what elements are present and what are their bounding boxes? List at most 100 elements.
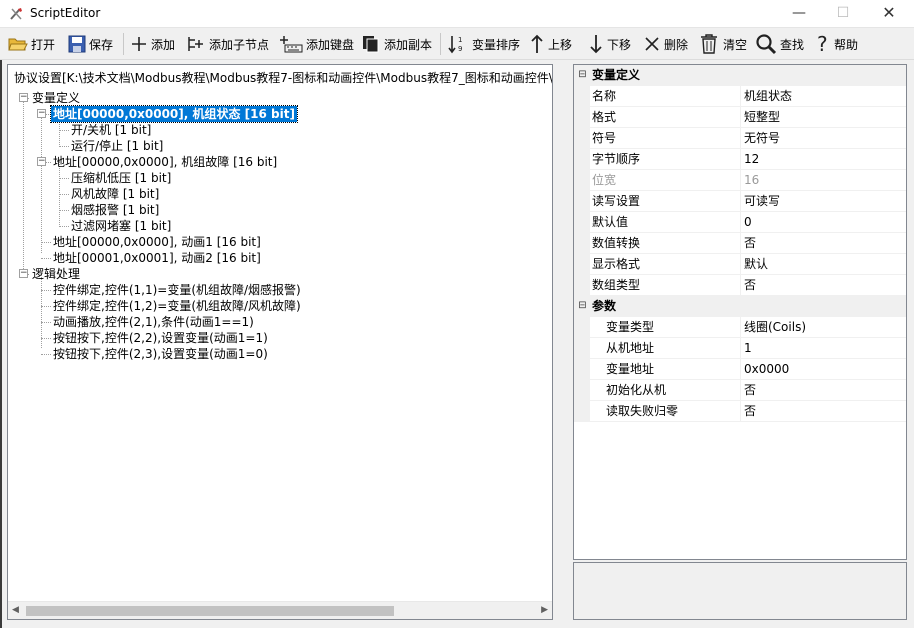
property-name: 从机地址	[590, 338, 741, 359]
add-child-button[interactable]: 添加子节点	[186, 31, 269, 57]
property-row[interactable]: 格式 短整型	[574, 107, 906, 128]
horizontal-scrollbar[interactable]: ◀ ▶	[8, 601, 552, 619]
close-button[interactable]: ✕	[866, 0, 912, 28]
collapse-toggle-var-group[interactable]: −	[19, 93, 28, 102]
tree-node-bit[interactable]: 风机故障 [1 bit]	[71, 186, 159, 202]
add-child-label: 添加子节点	[209, 37, 270, 52]
property-row[interactable]: 变量类型 线圈(Coils)	[574, 317, 906, 338]
tree-node-addr4[interactable]: 地址[00001,0x0001], 动画2 [16 bit]	[53, 250, 261, 266]
property-value[interactable]: 无符号	[742, 128, 906, 149]
save-button[interactable]: 保存	[68, 31, 113, 57]
tree-node-addr1-selected[interactable]: 地址[00000,0x0000], 机组状态 [16 bit]	[50, 105, 298, 123]
delete-button[interactable]: 删除	[643, 31, 688, 57]
protocol-tree[interactable]: − − − − 协议设置[K:\技术文档\Modbus教程\Modbus教程7-…	[7, 64, 553, 620]
property-grid[interactable]: ⊟ 变量定义 名称 机组状态 格式 短整型 符号 无符号 字节顺序 12 位宽 16 读写…	[573, 64, 907, 560]
tree-line	[41, 338, 51, 339]
property-value[interactable]: 机组状态	[742, 86, 906, 107]
move-up-button[interactable]: 上移	[529, 31, 572, 57]
property-row[interactable]: 字节顺序 12	[574, 149, 906, 170]
add-child-icon	[188, 37, 203, 51]
property-value[interactable]: 可读写	[742, 191, 906, 212]
collapse-toggle-addr1[interactable]: −	[37, 109, 46, 118]
property-name: 默认值	[590, 212, 741, 233]
property-value[interactable]: 否	[742, 233, 906, 254]
property-category-var-def[interactable]: ⊟ 变量定义	[574, 65, 906, 86]
tree-node-logic[interactable]: 动画播放,控件(2,1),条件(动画1==1)	[53, 314, 254, 330]
tree-node-bit[interactable]: 烟感报警 [1 bit]	[71, 202, 159, 218]
property-value[interactable]: 否	[742, 380, 906, 401]
scroll-left-icon[interactable]: ◀	[12, 605, 19, 615]
tree-node-logic[interactable]: 控件绑定,控件(1,2)=变量(机组故障/风机故障)	[53, 298, 301, 314]
property-name: 显示格式	[590, 254, 741, 275]
property-row[interactable]: 读写设置 可读写	[574, 191, 906, 212]
property-row[interactable]: 数值转换否	[574, 233, 906, 254]
open-button[interactable]: 打开	[8, 31, 55, 57]
svg-text:9: 9	[458, 45, 462, 53]
add-copy-button[interactable]: 添加副本	[361, 31, 432, 57]
collapse-icon[interactable]: ⊟	[578, 301, 587, 311]
property-row[interactable]: 符号 无符号	[574, 128, 906, 149]
row-gutter	[574, 212, 590, 233]
property-row[interactable]: 名称 机组状态	[574, 86, 906, 107]
scrollbar-thumb[interactable]	[26, 606, 394, 616]
collapse-toggle-addr2[interactable]: −	[37, 157, 46, 166]
minimize-button[interactable]: —	[776, 0, 822, 28]
row-gutter	[574, 107, 590, 128]
tree-node-logic-group[interactable]: 逻辑处理	[32, 266, 80, 282]
tree-line	[41, 322, 51, 323]
property-value[interactable]: 短整型	[742, 107, 906, 128]
row-gutter	[574, 401, 590, 422]
tree-root-node[interactable]: 协议设置[K:\技术文档\Modbus教程\Modbus教程7-图标和动画控件\…	[14, 70, 552, 86]
category-label: 参数	[592, 299, 617, 313]
property-row[interactable]: 初始化从机否	[574, 380, 906, 401]
title-bar: ScriptEditor — ☐ ✕	[0, 0, 914, 28]
tree-node-bit[interactable]: 压缩机低压 [1 bit]	[71, 170, 171, 186]
add-keyboard-button[interactable]: 添加键盘	[279, 31, 354, 57]
tree-node-logic[interactable]: 按钮按下,控件(2,3),设置变量(动画1=0)	[53, 346, 268, 362]
tree-node-bit[interactable]: 开/关机 [1 bit]	[71, 122, 151, 138]
add-keyboard-icon	[280, 36, 303, 53]
property-name: 数组类型	[590, 275, 741, 296]
property-value[interactable]: 12	[742, 149, 906, 170]
tree-node-bit[interactable]: 过滤网堵塞 [1 bit]	[71, 218, 171, 234]
property-name: 读写设置	[590, 191, 741, 212]
find-button[interactable]: 查找	[755, 31, 804, 57]
help-button[interactable]: ? 帮助	[815, 31, 858, 57]
move-down-button[interactable]: 下移	[588, 31, 631, 57]
property-row[interactable]: 数组类型否	[574, 275, 906, 296]
property-row[interactable]: 变量地址 0x0000	[574, 359, 906, 380]
property-row[interactable]: 默认值 0	[574, 212, 906, 233]
property-category-params[interactable]: ⊟ 参数	[574, 296, 906, 317]
property-value[interactable]: 否	[742, 401, 906, 422]
sort-button[interactable]: 1 9 变量排序	[447, 31, 520, 57]
property-value[interactable]: 默认	[742, 254, 906, 275]
property-value[interactable]: 否	[742, 275, 906, 296]
move-down-label: 下移	[607, 37, 632, 52]
property-name: 符号	[590, 128, 741, 149]
collapse-icon[interactable]: ⊟	[578, 70, 587, 80]
property-row[interactable]: 读取失败归零否	[574, 401, 906, 422]
property-value[interactable]: 0x0000	[742, 359, 906, 380]
add-keyboard-label: 添加键盘	[306, 37, 355, 52]
property-value[interactable]: 1	[742, 338, 906, 359]
scroll-right-icon[interactable]: ▶	[541, 605, 548, 615]
maximize-button[interactable]: ☐	[820, 0, 866, 28]
clear-label: 清空	[723, 37, 748, 52]
tree-node-bit[interactable]: 运行/停止 [1 bit]	[71, 138, 163, 154]
property-value[interactable]: 0	[742, 212, 906, 233]
tree-node-addr3[interactable]: 地址[00000,0x0000], 动画1 [16 bit]	[53, 234, 261, 250]
collapse-toggle-logic-group[interactable]: −	[19, 269, 28, 278]
tree-node-logic[interactable]: 控件绑定,控件(1,1)=变量(机组故障/烟感报警)	[53, 282, 301, 298]
sort-label: 变量排序	[472, 37, 521, 52]
tree-node-logic[interactable]: 按钮按下,控件(2,2),设置变量(动画1=1)	[53, 330, 268, 346]
add-button[interactable]: 添加	[130, 31, 175, 57]
property-value[interactable]: 线圈(Coils)	[742, 317, 906, 338]
property-row[interactable]: 从机地址 1	[574, 338, 906, 359]
toolbar-separator	[440, 33, 441, 55]
tree-line	[59, 161, 60, 225]
clear-button[interactable]: 清空	[698, 31, 747, 57]
tree-node-var-group[interactable]: 变量定义	[32, 90, 80, 106]
property-row[interactable]: 显示格式 默认	[574, 254, 906, 275]
tree-node-addr2[interactable]: 地址[00000,0x0000], 机组故障 [16 bit]	[53, 154, 277, 170]
row-gutter	[574, 149, 590, 170]
